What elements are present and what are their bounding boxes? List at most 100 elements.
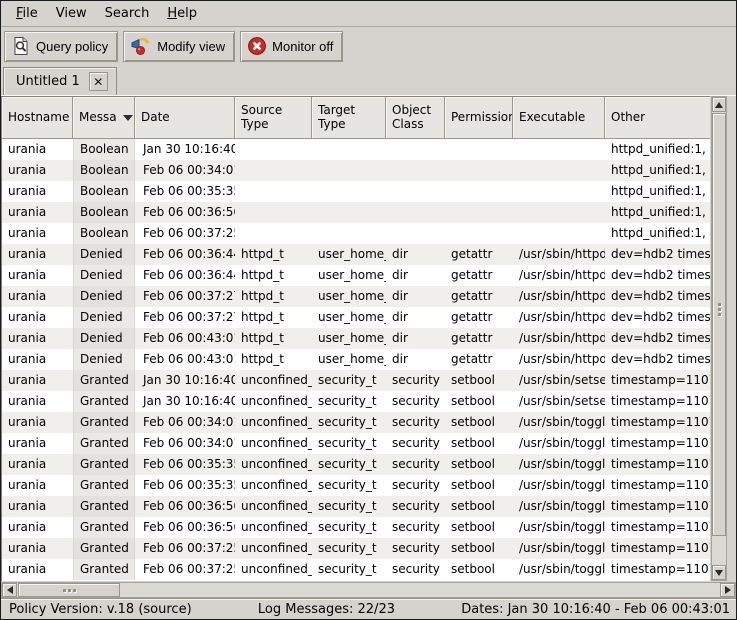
- log-cell-date[interactable]: Feb 06 00:37:27: [135, 307, 235, 328]
- log-cell-target-type[interactable]: user_home_: [312, 286, 386, 307]
- log-cell-target-type[interactable]: [312, 139, 386, 160]
- log-cell-source-type[interactable]: httpd_t: [235, 265, 312, 286]
- log-cell-other[interactable]: httpd_unified:1, h: [605, 181, 710, 202]
- log-cell-source-type[interactable]: httpd_t: [235, 328, 312, 349]
- log-cell-date[interactable]: Jan 30 10:16:40: [135, 391, 235, 412]
- log-cell-executable[interactable]: [513, 160, 605, 181]
- log-cell-date[interactable]: Feb 06 00:36:56: [135, 496, 235, 517]
- log-cell-object-class[interactable]: security: [386, 517, 445, 538]
- log-cell-target-type[interactable]: security_t: [312, 475, 386, 496]
- log-row[interactable]: uraniaDeniedFeb 06 00:37:27httpd_tuser_h…: [2, 307, 710, 328]
- log-cell-messa[interactable]: Denied: [73, 265, 135, 286]
- log-cell-executable[interactable]: /usr/sbin/toggle: [513, 433, 605, 454]
- log-cell-permission[interactable]: [445, 223, 513, 244]
- log-row[interactable]: uraniaGrantedFeb 06 00:36:56unconfined_s…: [2, 496, 710, 517]
- log-cell-permission[interactable]: setbool: [445, 370, 513, 391]
- log-cell-other[interactable]: timestamp=11076: [605, 559, 710, 580]
- log-cell-hostname[interactable]: urania: [2, 244, 73, 265]
- column-header-target-type[interactable]: Target Type: [312, 97, 386, 139]
- column-header-other[interactable]: Other: [605, 97, 710, 139]
- log-cell-other[interactable]: timestamp=11076: [605, 475, 710, 496]
- log-cell-source-type[interactable]: [235, 139, 312, 160]
- log-cell-target-type[interactable]: security_t: [312, 433, 386, 454]
- log-cell-other[interactable]: httpd_unified:1, h: [605, 202, 710, 223]
- log-row[interactable]: uraniaGrantedJan 30 10:16:40unconfined_s…: [2, 370, 710, 391]
- log-cell-date[interactable]: Feb 06 00:37:25: [135, 559, 235, 580]
- log-cell-date[interactable]: Feb 06 00:36:56: [135, 202, 235, 223]
- log-cell-executable[interactable]: /usr/sbin/httpd: [513, 244, 605, 265]
- log-cell-source-type[interactable]: [235, 223, 312, 244]
- log-cell-target-type[interactable]: security_t: [312, 538, 386, 559]
- column-header-object-class[interactable]: Object Class: [386, 97, 445, 139]
- log-cell-executable[interactable]: [513, 181, 605, 202]
- log-cell-object-class[interactable]: dir: [386, 286, 445, 307]
- log-cell-target-type[interactable]: security_t: [312, 370, 386, 391]
- menu-help[interactable]: Help: [158, 3, 206, 24]
- log-cell-hostname[interactable]: urania: [2, 538, 73, 559]
- log-cell-messa[interactable]: Denied: [73, 328, 135, 349]
- log-cell-permission[interactable]: setbool: [445, 454, 513, 475]
- log-cell-messa[interactable]: Granted: [73, 538, 135, 559]
- log-row[interactable]: uraniaGrantedFeb 06 00:37:25unconfined_s…: [2, 559, 710, 580]
- column-header-hostname[interactable]: Hostname: [2, 97, 73, 139]
- log-row[interactable]: uraniaDeniedFeb 06 00:37:27httpd_tuser_h…: [2, 286, 710, 307]
- log-cell-source-type[interactable]: [235, 181, 312, 202]
- menu-file[interactable]: File: [7, 3, 47, 24]
- log-cell-object-class[interactable]: dir: [386, 349, 445, 370]
- menu-search[interactable]: Search: [96, 3, 159, 24]
- log-cell-hostname[interactable]: urania: [2, 307, 73, 328]
- log-cell-messa[interactable]: Boolean: [73, 223, 135, 244]
- log-cell-messa[interactable]: Granted: [73, 433, 135, 454]
- log-cell-object-class[interactable]: security: [386, 370, 445, 391]
- log-cell-target-type[interactable]: security_t: [312, 496, 386, 517]
- log-cell-date[interactable]: Feb 06 00:35:35: [135, 475, 235, 496]
- log-row[interactable]: uraniaDeniedFeb 06 00:43:01httpd_tuser_h…: [2, 349, 710, 370]
- horizontal-scroll-thumb[interactable]: [18, 583, 120, 597]
- log-cell-source-type[interactable]: unconfined_: [235, 412, 312, 433]
- log-row[interactable]: uraniaGrantedFeb 06 00:36:56unconfined_s…: [2, 517, 710, 538]
- log-cell-permission[interactable]: getattr: [445, 349, 513, 370]
- log-cell-hostname[interactable]: urania: [2, 181, 73, 202]
- log-cell-hostname[interactable]: urania: [2, 559, 73, 580]
- log-cell-object-class[interactable]: [386, 181, 445, 202]
- log-cell-other[interactable]: dev=hdb2 timesta: [605, 286, 710, 307]
- log-cell-executable[interactable]: /usr/sbin/httpd: [513, 286, 605, 307]
- log-cell-target-type[interactable]: user_home_: [312, 307, 386, 328]
- log-cell-other[interactable]: timestamp=11071: [605, 391, 710, 412]
- log-cell-permission[interactable]: getattr: [445, 307, 513, 328]
- log-cell-permission[interactable]: getattr: [445, 286, 513, 307]
- scroll-left-button[interactable]: [2, 583, 17, 597]
- log-cell-executable[interactable]: [513, 202, 605, 223]
- log-cell-hostname[interactable]: urania: [2, 139, 73, 160]
- log-cell-permission[interactable]: getattr: [445, 265, 513, 286]
- log-cell-object-class[interactable]: security: [386, 391, 445, 412]
- log-cell-object-class[interactable]: dir: [386, 244, 445, 265]
- log-cell-target-type[interactable]: user_home_: [312, 349, 386, 370]
- log-cell-messa[interactable]: Boolean: [73, 139, 135, 160]
- log-cell-source-type[interactable]: unconfined_: [235, 475, 312, 496]
- log-row[interactable]: uraniaGrantedJan 30 10:16:40unconfined_s…: [2, 391, 710, 412]
- log-cell-date[interactable]: Feb 06 00:36:44: [135, 265, 235, 286]
- log-cell-hostname[interactable]: urania: [2, 517, 73, 538]
- log-cell-permission[interactable]: setbool: [445, 496, 513, 517]
- log-cell-source-type[interactable]: httpd_t: [235, 307, 312, 328]
- log-cell-source-type[interactable]: [235, 160, 312, 181]
- log-cell-date[interactable]: Feb 06 00:34:01: [135, 433, 235, 454]
- log-cell-object-class[interactable]: [386, 139, 445, 160]
- log-cell-permission[interactable]: [445, 181, 513, 202]
- log-cell-other[interactable]: timestamp=11076: [605, 454, 710, 475]
- column-header-date[interactable]: Date: [135, 97, 235, 139]
- log-cell-source-type[interactable]: httpd_t: [235, 349, 312, 370]
- log-cell-other[interactable]: httpd_unified:1, h: [605, 139, 710, 160]
- log-cell-messa[interactable]: Granted: [73, 475, 135, 496]
- log-row[interactable]: uraniaGrantedFeb 06 00:34:01unconfined_s…: [2, 412, 710, 433]
- log-row[interactable]: uraniaGrantedFeb 06 00:37:25unconfined_s…: [2, 538, 710, 559]
- log-cell-date[interactable]: Feb 06 00:37:25: [135, 223, 235, 244]
- vertical-scrollbar[interactable]: [711, 96, 727, 581]
- log-cell-executable[interactable]: /usr/sbin/httpd: [513, 328, 605, 349]
- log-cell-executable[interactable]: /usr/sbin/toggle: [513, 454, 605, 475]
- log-cell-hostname[interactable]: urania: [2, 370, 73, 391]
- log-cell-object-class[interactable]: security: [386, 433, 445, 454]
- log-cell-date[interactable]: Feb 06 00:36:56: [135, 517, 235, 538]
- log-cell-target-type[interactable]: security_t: [312, 517, 386, 538]
